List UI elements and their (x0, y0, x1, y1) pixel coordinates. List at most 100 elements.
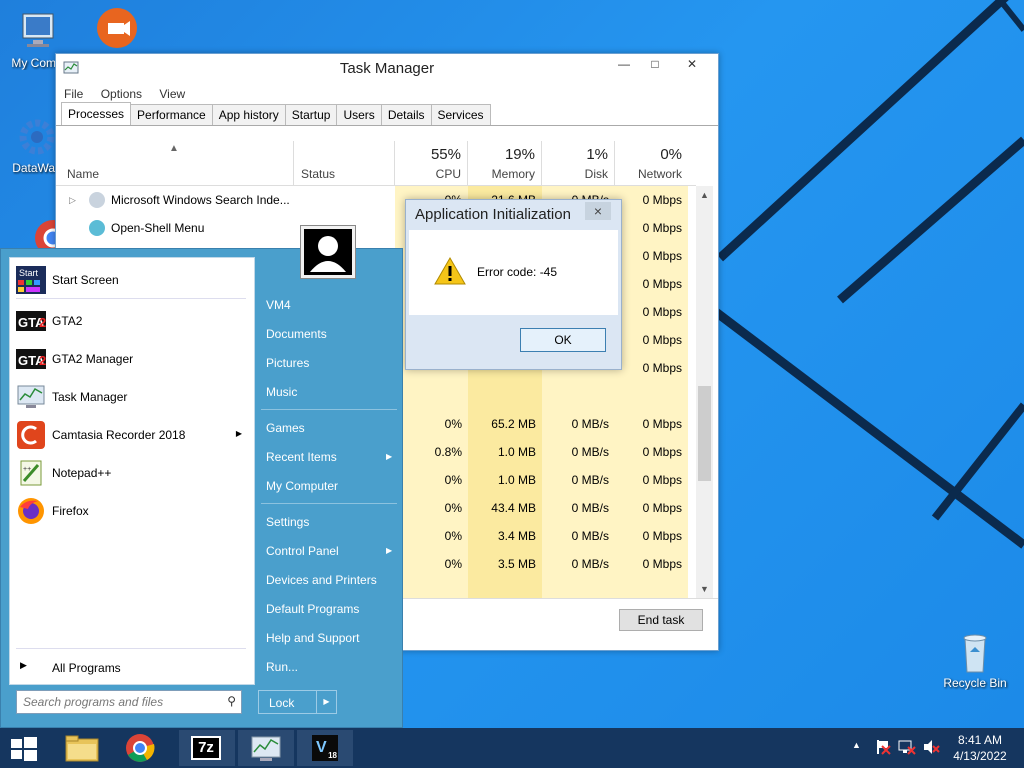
start-item-user[interactable]: VM4 (266, 298, 291, 312)
start-item-games[interactable]: Games (266, 421, 305, 435)
net-cell: 0 Mbps (642, 417, 682, 431)
scrollbar-thumb[interactable] (698, 386, 711, 481)
column-header-status[interactable]: Status (294, 141, 395, 185)
maximize-button[interactable]: □ (640, 54, 670, 74)
column-label: Memory (491, 167, 535, 181)
ok-button[interactable]: OK (520, 328, 606, 352)
search-input[interactable]: Search programs and files ⚲ (16, 690, 242, 714)
net-cell: 0 Mbps (642, 361, 682, 375)
error-dialog: Application Initialization × Error code:… (405, 199, 622, 370)
vertical-scrollbar[interactable]: ▲ ▼ (696, 186, 713, 598)
tab-startup[interactable]: Startup (284, 104, 338, 125)
column-header-disk[interactable]: 1% Disk (542, 141, 615, 185)
taskbar-task-manager[interactable] (238, 730, 294, 766)
scroll-down-icon[interactable]: ▼ (696, 580, 713, 598)
program-item[interactable]: Camtasia Recorder 2018 ▶ (14, 417, 250, 453)
tab-performance[interactable]: Performance (130, 104, 213, 125)
lock-button[interactable]: Lock ▶ (258, 690, 337, 714)
search-indexer-icon (89, 192, 105, 208)
tab-users[interactable]: Users (336, 104, 382, 125)
start-item-devices-printers[interactable]: Devices and Printers (266, 573, 377, 587)
desktop-icon-camtasia[interactable] (80, 6, 154, 52)
volume-muted-icon[interactable] (922, 738, 940, 759)
svg-text:Start: Start (19, 268, 39, 278)
minimize-button[interactable]: — (609, 54, 639, 74)
program-item[interactable]: GTA 2 GTA2 Manager (14, 341, 250, 377)
program-label: Notepad++ (52, 466, 112, 480)
net-cell: 0 Mbps (642, 221, 682, 235)
action-center-flag-icon[interactable] (874, 738, 892, 759)
program-item[interactable]: Firefox (14, 493, 250, 529)
disk-cell: 0 MB/s (571, 445, 609, 459)
column-header-name[interactable]: ▲ Name (56, 141, 294, 185)
user-avatar[interactable] (300, 225, 356, 279)
program-label: GTA2 (52, 314, 83, 328)
start-item-control-panel[interactable]: Control Panel (266, 544, 339, 558)
program-item[interactable]: Task Manager (14, 379, 250, 415)
start-item-help-support[interactable]: Help and Support (266, 631, 359, 645)
taskbar-vegas[interactable]: V 18 (297, 730, 353, 766)
end-task-button[interactable]: End task (619, 609, 703, 631)
menu-file[interactable]: File (64, 87, 83, 101)
show-hidden-icons-arrow[interactable]: ▲ (852, 740, 861, 750)
clock[interactable]: 8:41 AM 4/13/2022 (950, 732, 1010, 764)
lock-options-arrow-icon[interactable]: ▶ (316, 691, 336, 713)
dialog-close-button[interactable]: × (585, 202, 611, 220)
title-bar[interactable]: Task Manager — □ ✕ (56, 54, 718, 84)
net-cell (615, 382, 688, 410)
program-label: GTA2 Manager (52, 352, 134, 366)
start-item-my-computer[interactable]: My Computer (266, 479, 338, 493)
start-item-default-programs[interactable]: Default Programs (266, 602, 359, 616)
start-item-run[interactable]: Run... (266, 660, 298, 674)
tab-app-history[interactable]: App history (211, 104, 286, 125)
open-shell-icon (89, 220, 105, 236)
start-item-documents[interactable]: Documents (266, 327, 327, 341)
mem-cell: 1.0 MB (497, 473, 536, 487)
program-label: Firefox (52, 504, 89, 518)
close-button[interactable]: ✕ (672, 54, 712, 74)
program-item[interactable]: ++ Notepad++ (14, 455, 250, 491)
start-item-settings[interactable]: Settings (266, 515, 309, 529)
mem-cell: 65.2 MB (491, 417, 536, 431)
camtasia-icon (16, 421, 46, 449)
camtasia-shortcut-icon (95, 6, 139, 50)
column-header-network[interactable]: 0% Network (615, 141, 688, 185)
tab-details[interactable]: Details (380, 104, 432, 125)
program-label: Task Manager (52, 390, 128, 404)
error-message: Error code: -45 (477, 265, 558, 279)
column-header-cpu[interactable]: 55% CPU (395, 141, 468, 185)
net-cell: 0 Mbps (642, 529, 682, 543)
cpu-cell: 0% (444, 557, 462, 571)
start-item-recent-items[interactable]: Recent Items (266, 450, 337, 464)
taskbar: 7z V 18 ▲ 8:41 AM 4/13/2022 (0, 728, 1024, 768)
tab-processes[interactable]: Processes (61, 102, 132, 125)
disk-cell: 0 MB/s (571, 501, 609, 515)
scroll-up-icon[interactable]: ▲ (696, 186, 713, 204)
tab-services[interactable]: Services (430, 104, 491, 125)
start-button[interactable] (0, 730, 48, 766)
menu-options[interactable]: Options (101, 87, 142, 101)
taskbar-7zip[interactable]: 7z (179, 730, 235, 766)
taskbar-file-explorer[interactable] (54, 730, 110, 766)
network-icon[interactable] (898, 738, 916, 759)
program-item[interactable]: GTA 2 GTA2 (14, 303, 250, 339)
menu-view[interactable]: View (159, 87, 185, 101)
column-header-memory[interactable]: 19% Memory (468, 141, 542, 185)
taskbar-chrome[interactable] (112, 730, 168, 766)
network-percent: 0% (660, 146, 682, 163)
svg-text:++: ++ (23, 466, 31, 473)
recycle-bin-icon (953, 630, 997, 674)
start-item-music[interactable]: Music (266, 385, 297, 399)
gta2-icon: GTA 2 (16, 307, 46, 335)
expand-arrow-icon[interactable]: ▷ (69, 186, 76, 214)
all-programs-item[interactable]: ▶ All Programs (14, 654, 250, 680)
disk-cell: 0 MB/s (571, 473, 609, 487)
desktop-icon-recycle-bin[interactable]: Recycle Bin (938, 630, 1012, 690)
start-screen-icon: Start (16, 266, 46, 294)
mem-cell: 1.0 MB (497, 445, 536, 459)
submenu-arrow-icon: ▶ (386, 546, 393, 555)
start-item-pictures[interactable]: Pictures (266, 356, 309, 370)
program-item[interactable]: Start Start Screen (14, 262, 250, 298)
disk-cell: 0 MB/s (571, 529, 609, 543)
mem-cell: 3.5 MB (497, 557, 536, 571)
